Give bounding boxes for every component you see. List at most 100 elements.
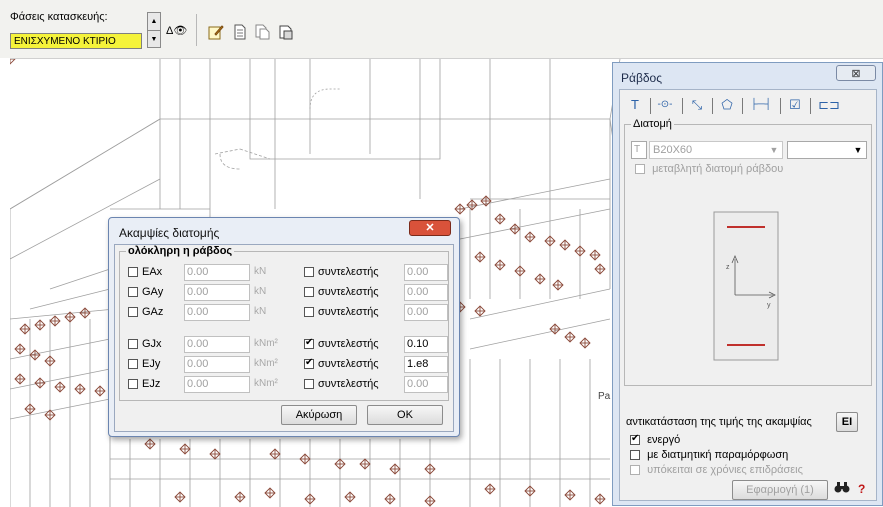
shear-row: με διατμητική παραμόρφωση <box>630 449 788 461</box>
coefficient-checkbox[interactable] <box>304 337 314 349</box>
coefficient-value-field[interactable]: 0.00 <box>404 304 448 321</box>
stiffness-row: GJx 0.00 kNm² συντελεστής 0.10 <box>120 336 450 354</box>
stiffness-dialog-body: ολόκληρη η ράβδος EAx 0.00 kN συντελεστής 0.… <box>114 244 454 432</box>
stiffness-unit: kNm² <box>254 378 278 389</box>
tab-releases[interactable]: -⊙- <box>654 94 676 116</box>
close-icon[interactable]: ⊠ <box>836 65 876 81</box>
phase-label: Φάσεις κατασκευής: <box>10 11 108 23</box>
rod-window-body: T -⊙- ⤡ ⬠ ├─┤ ☑ ⊏⊐ Διατομή T B20X60 ▼ ▼ <box>619 89 877 501</box>
partial-label: Pa <box>598 391 611 402</box>
apply-button[interactable]: Εφαρμογή (1) <box>732 480 828 500</box>
variable-section-row: μεταβλητή διατομή ράβδου <box>635 163 783 175</box>
section-group: Διατομή T B20X60 ▼ ▼ μεταβλητή διατομή ρ… <box>624 118 872 386</box>
tab-section[interactable]: T <box>624 94 646 116</box>
section-shape-icon: T <box>631 141 647 159</box>
replace-stiffness-label: αντικατάσταση της τιμής της ακαμψίας <box>626 416 812 428</box>
ei-button[interactable]: EI <box>836 412 858 432</box>
print-icon[interactable] <box>278 24 294 40</box>
variable-section-checkbox[interactable] <box>635 164 645 175</box>
stiffness-checkbox[interactable] <box>128 267 138 277</box>
chevron-down-icon: ▼ <box>769 145 779 155</box>
coefficient-label: συντελεστής <box>318 286 379 298</box>
help-icon[interactable]: ? <box>858 482 865 496</box>
tab-loads[interactable]: ⬠ <box>716 94 738 116</box>
coefficient-value-field[interactable]: 0.10 <box>404 336 448 353</box>
stiffness-label: GAz <box>142 306 164 318</box>
phase-spinner[interactable]: ▲ ▼ <box>147 12 161 48</box>
cancel-button[interactable]: Ακύρωση <box>281 405 357 425</box>
stiffness-checkbox[interactable] <box>128 359 138 369</box>
coefficient-value-field[interactable]: 0.00 <box>404 284 448 301</box>
coefficient-checkbox[interactable] <box>304 379 314 389</box>
axis-z-label: z <box>726 264 730 271</box>
document-icon[interactable] <box>232 24 248 40</box>
spin-down-icon[interactable]: ▼ <box>148 31 160 48</box>
stiffness-value-field[interactable]: 0.00 <box>184 284 250 301</box>
tab-separator <box>742 98 743 114</box>
stiffness-value-field[interactable]: 0.00 <box>184 304 250 321</box>
rod-window-title: Ράβδος <box>621 71 662 85</box>
stiffness-dialog-title: Ακαμψίες διατομής <box>119 226 220 240</box>
shear-checkbox[interactable] <box>630 450 640 461</box>
tab-separator <box>712 98 713 114</box>
stiffness-unit: kN <box>254 306 267 317</box>
stiffness-checkbox[interactable] <box>128 287 138 297</box>
section-preview: z y <box>713 211 779 361</box>
coefficient-value-field[interactable]: 1.e8 <box>404 356 448 373</box>
stiffness-unit: kN <box>254 286 267 297</box>
coefficient-value-field[interactable]: 0.00 <box>404 376 448 393</box>
stiffness-unit: kNm² <box>254 358 278 369</box>
binoculars-icon[interactable] <box>832 480 852 500</box>
time-effects-checkbox[interactable] <box>630 465 640 476</box>
stiffness-unit: kNm² <box>254 338 278 349</box>
eye-toggle-icon[interactable]: Δ👁 <box>166 24 187 37</box>
coefficient-label: συντελεστής <box>318 378 379 390</box>
stiffness-label: GJx <box>142 338 162 350</box>
chevron-down-icon: ▼ <box>853 145 863 155</box>
stiffness-dialog: Ακαμψίες διατομής ✕ ολόκληρη η ράβδος EA… <box>108 217 460 437</box>
whole-rod-group-title: ολόκληρη η ράβδος <box>126 245 235 257</box>
stiffness-label: GAy <box>142 286 164 298</box>
stiffness-label: EJz <box>142 378 161 390</box>
tab-separator <box>780 98 781 114</box>
tab-checks[interactable]: ☑ <box>784 94 806 116</box>
phase-select[interactable]: ΕΝΙΣΧΥΜΕΝΟ ΚΤΙΡΙΟ <box>10 33 142 49</box>
stiffness-checkbox[interactable] <box>128 307 138 317</box>
stiffness-value-field[interactable]: 0.00 <box>184 336 250 353</box>
stiffness-value-field[interactable]: 0.00 <box>184 264 250 281</box>
time-effects-row: υπόκειται σε χρόνιες επιδράσεις <box>630 464 803 476</box>
section-secondary-select[interactable]: ▼ <box>787 141 867 159</box>
shear-label: με διατμητική παραμόρφωση <box>647 449 789 461</box>
tab-dimensions[interactable]: ⊏⊐ <box>814 94 844 116</box>
stiffness-checkbox[interactable] <box>128 339 138 349</box>
active-checkbox[interactable] <box>630 433 640 446</box>
copy-document-icon[interactable] <box>254 24 270 40</box>
tab-orientation[interactable]: ⤡ <box>686 94 708 116</box>
stiffness-label: EJy <box>142 358 161 370</box>
tab-separator <box>650 98 651 114</box>
coefficient-value-field[interactable]: 0.00 <box>404 264 448 281</box>
coefficient-checkbox[interactable] <box>304 307 314 317</box>
close-icon[interactable]: ✕ <box>409 220 451 236</box>
spin-up-icon[interactable]: ▲ <box>148 13 160 31</box>
ok-button[interactable]: OK <box>367 405 443 425</box>
section-group-title: Διατομή <box>631 118 674 130</box>
stiffness-row: EJz 0.00 kNm² συντελεστής 0.00 <box>120 376 450 394</box>
time-effects-label: υπόκειται σε χρόνιες επιδράσεις <box>647 464 803 476</box>
stiffness-unit: kN <box>254 266 267 277</box>
coefficient-checkbox[interactable] <box>304 357 314 369</box>
coefficient-checkbox[interactable] <box>304 267 314 277</box>
stiffness-checkbox[interactable] <box>128 379 138 389</box>
stiffness-value-field[interactable]: 0.00 <box>184 356 250 373</box>
stiffness-value-field[interactable]: 0.00 <box>184 376 250 393</box>
stiffness-row: EAx 0.00 kN συντελεστής 0.00 <box>120 264 450 282</box>
coefficient-checkbox[interactable] <box>304 287 314 297</box>
active-label: ενεργό <box>647 434 681 446</box>
tab-separator <box>810 98 811 114</box>
edit-icon[interactable] <box>208 24 224 40</box>
section-select[interactable]: B20X60 ▼ <box>649 141 783 159</box>
stiffness-row: GAy 0.00 kN συντελεστής 0.00 <box>120 284 450 302</box>
stiffness-row: GAz 0.00 kN συντελεστής 0.00 <box>120 304 450 322</box>
active-row: ενεργό <box>630 433 681 446</box>
tab-length[interactable]: ├─┤ <box>746 94 776 116</box>
